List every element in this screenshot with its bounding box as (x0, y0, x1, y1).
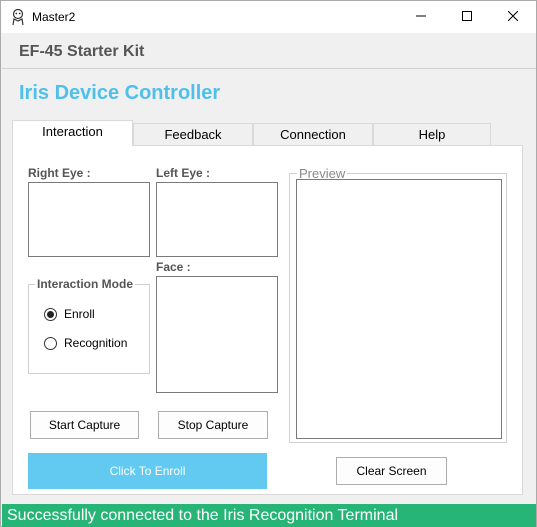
stop-capture-button[interactable]: Stop Capture (158, 411, 268, 439)
clear-screen-label: Clear Screen (356, 464, 427, 478)
tab-help-label: Help (418, 127, 446, 142)
close-icon (507, 10, 519, 24)
tab-connection-label: Connection (280, 127, 346, 142)
status-bar: Successfully connected to the Iris Recog… (2, 504, 536, 527)
start-capture-label: Start Capture (48, 418, 121, 432)
minimize-icon (416, 10, 426, 24)
radio-enroll[interactable]: Enroll (44, 307, 95, 321)
right-eye-image (28, 182, 150, 257)
kit-title: EF-45 Starter Kit (19, 43, 145, 60)
tab-help[interactable]: Help (373, 123, 491, 145)
radio-checked-icon (44, 307, 57, 321)
tab-interaction-label: Interaction (42, 124, 103, 139)
maximize-icon (462, 10, 472, 24)
minimize-button[interactable] (398, 1, 444, 33)
clear-screen-button[interactable]: Clear Screen (336, 457, 447, 485)
title-bar[interactable]: Master2 (1, 1, 536, 33)
enroll-button[interactable]: Click To Enroll (28, 453, 267, 489)
window-title: Master2 (32, 10, 76, 24)
app-icon (10, 8, 26, 26)
interaction-mode-title: Interaction Mode (35, 277, 136, 291)
left-eye-image (156, 182, 278, 257)
face-label: Face : (156, 260, 191, 274)
page-title: Iris Device Controller (19, 82, 221, 104)
status-message: Successfully connected to the Iris Recog… (7, 507, 399, 524)
enroll-button-label: Click To Enroll (109, 464, 186, 478)
close-button[interactable] (490, 1, 536, 33)
right-eye-label: Right Eye : (28, 166, 91, 180)
maximize-button[interactable] (444, 1, 490, 33)
preview-image (296, 179, 502, 439)
radio-recognition-label: Recognition (64, 336, 128, 350)
tab-feedback[interactable]: Feedback (133, 123, 253, 145)
header-band: EF-45 Starter Kit (2, 33, 536, 69)
radio-enroll-label: Enroll (64, 307, 95, 321)
face-image (156, 276, 278, 393)
left-eye-label: Left Eye : (156, 166, 211, 180)
radio-unchecked-icon (44, 336, 57, 350)
tab-connection[interactable]: Connection (253, 123, 373, 145)
app-window: Master2 EF-45 Starter Kit Iris Device Co… (0, 0, 537, 527)
tab-feedback-label: Feedback (164, 127, 222, 142)
interaction-mode-group (28, 284, 150, 374)
stop-capture-label: Stop Capture (177, 418, 249, 432)
tab-interaction[interactable]: Interaction (12, 120, 133, 146)
radio-recognition[interactable]: Recognition (44, 336, 127, 350)
start-capture-button[interactable]: Start Capture (30, 411, 139, 439)
